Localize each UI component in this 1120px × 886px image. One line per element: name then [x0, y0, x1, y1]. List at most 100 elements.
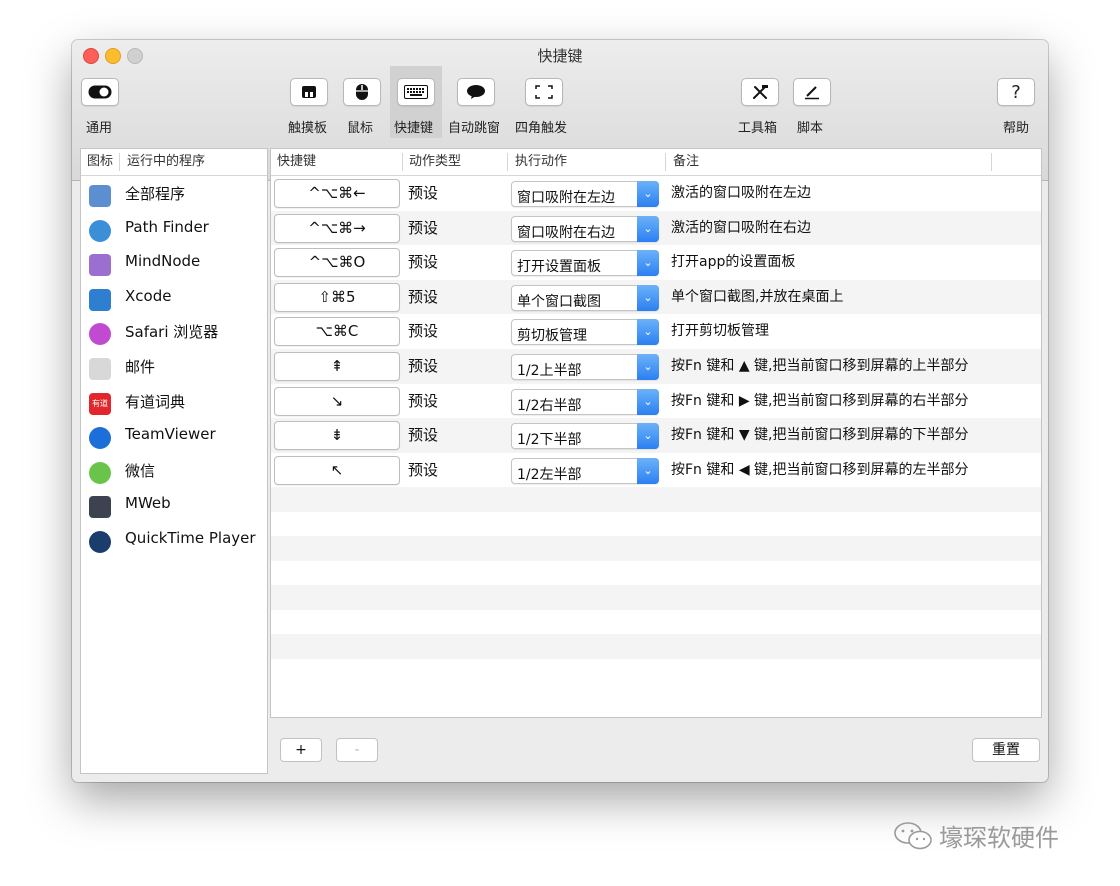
- action-type-cell: 预设: [408, 322, 439, 341]
- wechat-icon: [89, 461, 111, 484]
- table-row[interactable]: ^⌥⌘→ 预设 窗口吸附在右边 ⌄ 激活的窗口吸附在右边: [271, 210, 1041, 246]
- action-type-cell: 预设: [408, 218, 439, 237]
- toolbar-auto-snap[interactable]: 自动跳窗: [446, 66, 508, 138]
- app-list-item[interactable]: MindNode: [81, 245, 267, 280]
- action-select-value: 窗口吸附在右边: [517, 224, 615, 241]
- toolbar-hot-corners-label: 四角触发: [515, 121, 568, 136]
- tools-icon: [741, 78, 779, 106]
- shortcut-key-recorder[interactable]: ⇞: [274, 352, 400, 381]
- app-name: 有道词典: [125, 392, 186, 411]
- col-program-header[interactable]: 运行中的程序: [127, 149, 205, 175]
- table-row[interactable]: ⇟ 预设 1/2下半部 ⌄ 按Fn 键和 ▼ 键,把当前窗口移到屏幕的下半部分: [271, 418, 1041, 453]
- apps-list: 图标 运行中的程序 全部程序 Path Finder MindNode Xcode Sa…: [80, 148, 268, 774]
- toolbar-general-label: 通用: [86, 121, 113, 136]
- table-row[interactable]: ↖ 预设 1/2左半部 ⌄ 按Fn 键和 ◀ 键,把当前窗口移到屏幕的左半部分: [271, 453, 1041, 488]
- remove-shortcut-button[interactable]: -: [336, 738, 378, 762]
- toolbar-trackpad[interactable]: 触摸板: [284, 66, 334, 138]
- toolbar-mouse[interactable]: 鼠标: [338, 66, 388, 138]
- action-select-value: 单个窗口截图: [517, 293, 601, 310]
- app-name: MWeb: [125, 494, 171, 513]
- empty-table-row: [271, 561, 1041, 586]
- add-shortcut-button[interactable]: +: [280, 738, 322, 762]
- app-list-item[interactable]: Xcode: [81, 280, 267, 315]
- table-row[interactable]: ⇞ 预设 1/2上半部 ⌄ 按Fn 键和 ▲ 键,把当前窗口移到屏幕的上半部分: [271, 349, 1041, 384]
- table-row[interactable]: ⇧⌘5 预设 单个窗口截图 ⌄ 单个窗口截图,并放在桌面上: [271, 279, 1041, 315]
- app-name: Xcode: [125, 286, 172, 305]
- table-row[interactable]: ↘ 预设 1/2右半部 ⌄ 按Fn 键和 ▶ 键,把当前窗口移到屏幕的右半部分: [271, 384, 1041, 419]
- table-row[interactable]: ^⌥⌘O 预设 打开设置面板 ⌄ 打开app的设置面板: [271, 245, 1041, 280]
- toolbar-toolbox-label: 工具箱: [738, 121, 778, 136]
- reset-button[interactable]: 重置: [972, 738, 1040, 762]
- chevron-down-icon: ⌄: [637, 423, 659, 450]
- note-cell: 激活的窗口吸附在左边: [671, 185, 811, 201]
- app-name: 邮件: [125, 357, 156, 376]
- shortcut-key-recorder[interactable]: ⇧⌘5: [274, 282, 400, 312]
- toolbar-hot-corners[interactable]: 四角触发: [512, 66, 574, 138]
- app-list-item[interactable]: QuickTime Player: [81, 522, 267, 557]
- app-rows: 全部程序 Path Finder MindNode Xcode Safari 浏览器邮件…: [81, 176, 267, 557]
- action-type-cell: 预设: [408, 357, 439, 375]
- xcode-icon: [89, 288, 111, 311]
- app-list-item[interactable]: 邮件: [81, 349, 267, 384]
- toolbar-help[interactable]: ? 帮助: [994, 66, 1044, 138]
- col-type-header[interactable]: 动作类型: [409, 149, 461, 175]
- col-key-header[interactable]: 快捷键: [277, 149, 316, 175]
- action-select[interactable]: 1/2右半部 ⌄: [511, 388, 659, 415]
- shortcut-key-recorder[interactable]: ⇟: [274, 421, 400, 451]
- action-select[interactable]: 打开设置面板 ⌄: [511, 250, 659, 277]
- action-type-cell: 预设: [408, 287, 439, 306]
- app-list-item[interactable]: 全部程序: [81, 176, 267, 211]
- col-icon-header[interactable]: 图标: [87, 149, 113, 175]
- corners-icon: [525, 78, 563, 106]
- teamviewer-icon: [89, 427, 111, 450]
- chevron-down-icon: ⌄: [637, 250, 659, 277]
- watermark: 壕琛软硬件: [893, 818, 1059, 853]
- table-row[interactable]: ^⌥⌘← 预设 窗口吸附在左边 ⌄ 激活的窗口吸附在左边: [271, 176, 1041, 211]
- mindnode-icon: [89, 254, 111, 277]
- toggle-icon: [81, 78, 119, 106]
- toolbar-shortcuts[interactable]: 快捷键: [390, 66, 442, 138]
- action-select[interactable]: 1/2上半部 ⌄: [511, 354, 659, 380]
- action-select[interactable]: 窗口吸附在右边 ⌄: [511, 215, 659, 242]
- toolbar-auto-snap-label: 自动跳窗: [448, 121, 501, 136]
- app-list-item[interactable]: MWeb: [81, 487, 267, 522]
- toolbar-shortcuts-label: 快捷键: [394, 121, 434, 136]
- shortcut-key-recorder[interactable]: ↘: [274, 386, 400, 416]
- shortcut-key-recorder[interactable]: ^⌥⌘O: [274, 248, 400, 278]
- toolbar-general[interactable]: 通用: [78, 66, 134, 138]
- shortcut-key-recorder[interactable]: ^⌥⌘→: [274, 213, 400, 243]
- col-note-header[interactable]: 备注: [673, 149, 699, 175]
- app-list-item[interactable]: Path Finder: [81, 211, 267, 246]
- action-select[interactable]: 剪切板管理 ⌄: [511, 319, 659, 346]
- toolbar-trackpad-label: 触摸板: [288, 121, 328, 136]
- safari-icon: [89, 323, 111, 346]
- shortcut-key-recorder[interactable]: ^⌥⌘←: [274, 179, 400, 208]
- app-list-item[interactable]: 有道 有道词典: [81, 384, 267, 419]
- action-select[interactable]: 1/2左半部 ⌄: [511, 457, 659, 484]
- toolbar-script[interactable]: 脚本: [788, 66, 838, 138]
- action-select-value: 窗口吸附在左边: [517, 190, 615, 206]
- app-list-item[interactable]: 微信: [81, 453, 267, 488]
- youdao-icon: 有道: [89, 392, 111, 415]
- chevron-down-icon: ⌄: [637, 284, 659, 311]
- note-cell: 按Fn 键和 ▼ 键,把当前窗口移到屏幕的下半部分: [671, 427, 969, 444]
- note-cell: 打开app的设置面板: [671, 254, 796, 271]
- col-action-header[interactable]: 执行动作: [515, 149, 567, 175]
- shortcut-key-recorder[interactable]: ⌥⌘C: [274, 317, 400, 347]
- note-cell: 按Fn 键和 ▲ 键,把当前窗口移到屏幕的上半部分: [671, 358, 969, 374]
- app-name: Path Finder: [125, 217, 209, 236]
- app-list-item[interactable]: TeamViewer: [81, 418, 267, 453]
- action-select[interactable]: 单个窗口截图 ⌄: [511, 284, 659, 311]
- chevron-down-icon: ⌄: [637, 319, 659, 346]
- note-cell: 按Fn 键和 ▶ 键,把当前窗口移到屏幕的右半部分: [671, 392, 969, 409]
- action-select[interactable]: 1/2下半部 ⌄: [511, 423, 659, 450]
- keyboard-icon: [397, 78, 435, 106]
- action-select-value: 剪切板管理: [517, 328, 587, 345]
- toolbar-help-label: 帮助: [1003, 121, 1030, 136]
- app-list-item[interactable]: Safari 浏览器: [81, 314, 267, 349]
- table-row[interactable]: ⌥⌘C 预设 剪切板管理 ⌄ 打开剪切板管理: [271, 314, 1041, 349]
- apps-list-header: 图标 运行中的程序: [81, 149, 267, 176]
- toolbar-toolbox[interactable]: 工具箱: [736, 66, 786, 138]
- action-select[interactable]: 窗口吸附在左边 ⌄: [511, 181, 659, 207]
- shortcut-key-recorder[interactable]: ↖: [274, 455, 400, 485]
